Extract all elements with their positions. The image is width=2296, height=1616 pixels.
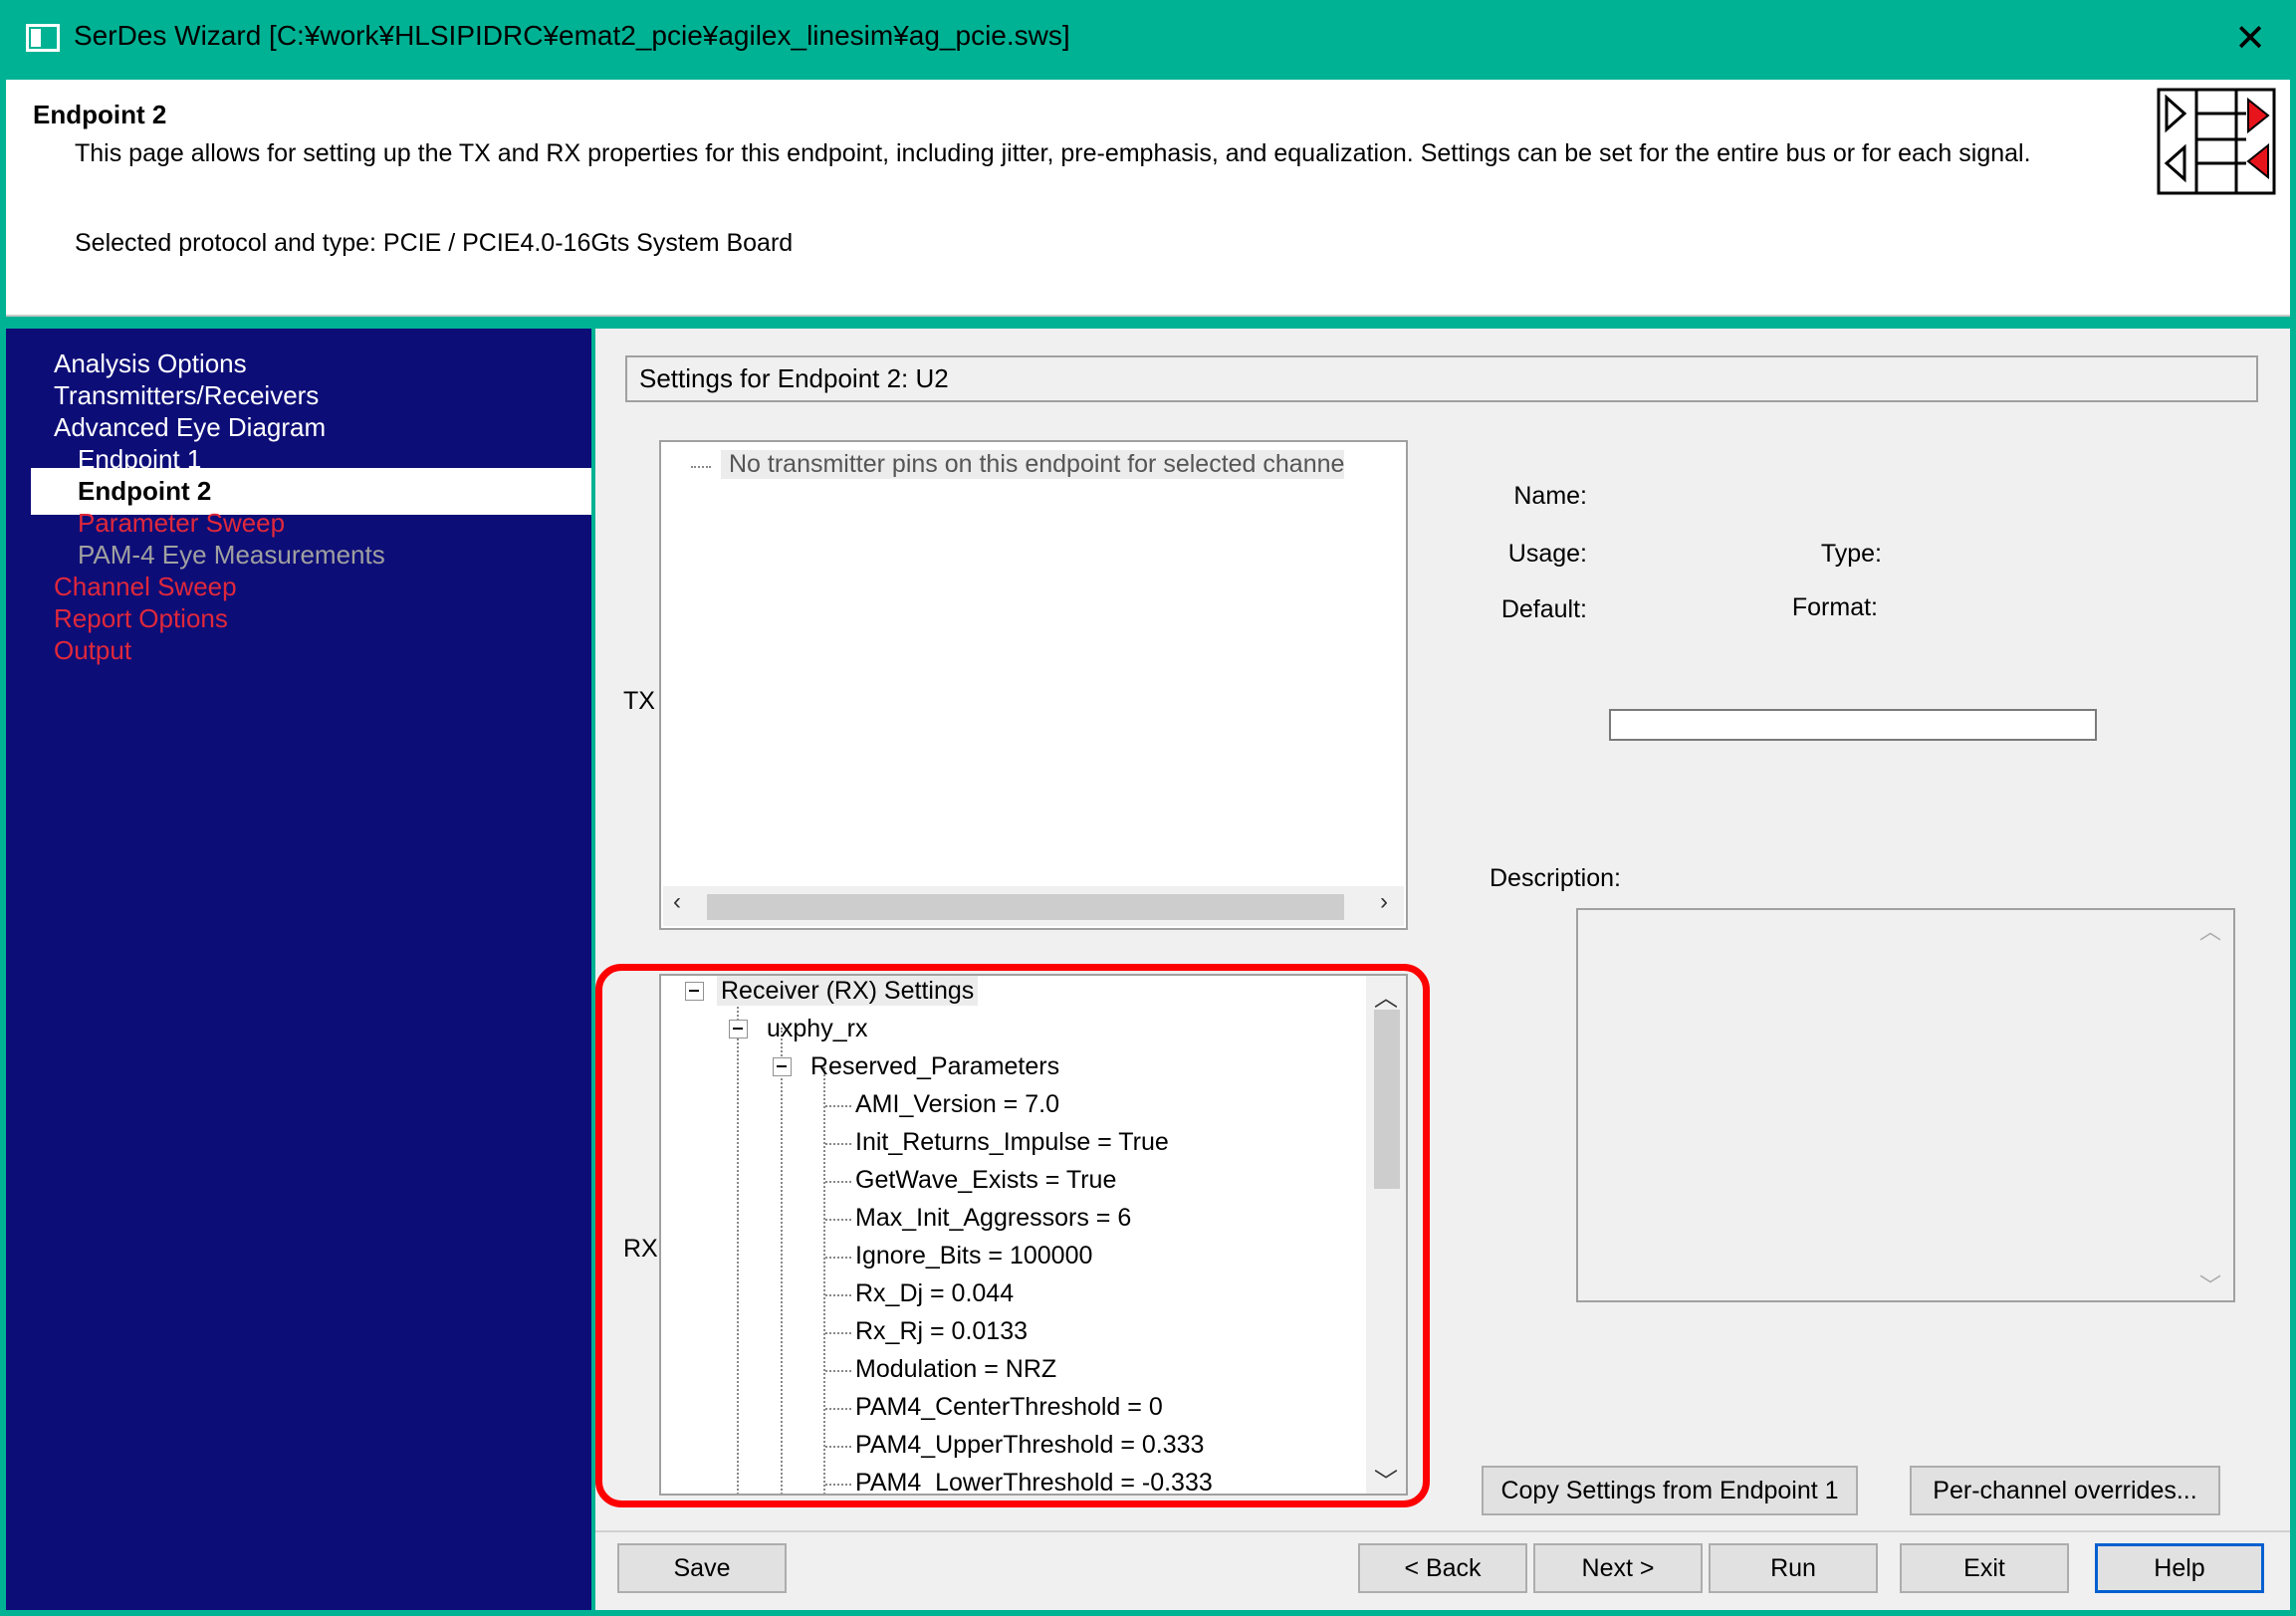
- tx-rx-endpoint-icon: [2157, 88, 2276, 195]
- per-channel-overrides-button[interactable]: Per-channel overrides...: [1910, 1466, 2220, 1515]
- scroll-left-icon[interactable]: ‹: [673, 888, 681, 916]
- run-button[interactable]: Run: [1709, 1543, 1878, 1593]
- property-value-input[interactable]: [1609, 709, 2097, 741]
- tx-scroll-thumb[interactable]: [707, 894, 1344, 920]
- close-icon[interactable]: ✕: [2220, 10, 2280, 68]
- selected-protocol: Selected protocol and type: PCIE / PCIE4…: [75, 229, 794, 257]
- scroll-right-icon[interactable]: ›: [1380, 888, 1388, 916]
- description-label: Description:: [1490, 864, 1621, 892]
- window-title: SerDes Wizard [C:¥work¥HLSIPIDRC¥emat2_p…: [74, 20, 1070, 51]
- save-button[interactable]: Save: [617, 1543, 787, 1593]
- tx-empty-message: No transmitter pins on this endpoint for…: [721, 450, 1345, 479]
- wizard-nav-panel: Analysis Options Transmitters/Receivers …: [6, 329, 591, 1610]
- nav-item-output[interactable]: Output: [6, 627, 591, 674]
- copy-settings-button[interactable]: Copy Settings from Endpoint 1: [1482, 1466, 1858, 1515]
- page-title: Endpoint 2: [33, 100, 167, 129]
- tree-connector: [691, 466, 711, 468]
- help-button[interactable]: Help: [2095, 1543, 2264, 1593]
- page-description: This page allows for setting up the TX a…: [75, 139, 2031, 167]
- settings-title: Settings for Endpoint 2: U2: [625, 355, 2258, 402]
- tx-horizontal-scrollbar[interactable]: ‹ ›: [663, 886, 1404, 926]
- scroll-down-icon: ﹀: [2199, 1273, 2222, 1298]
- type-label: Type:: [1820, 540, 1882, 568]
- app-window-icon[interactable]: [26, 24, 60, 52]
- back-button[interactable]: < Back: [1358, 1543, 1527, 1593]
- usage-label: Usage:: [1507, 540, 1587, 568]
- page-header: Endpoint 2 This page allows for setting …: [6, 80, 2290, 317]
- name-label: Name:: [1513, 482, 1587, 510]
- rx-annotation-highlight: [595, 964, 1430, 1507]
- next-button[interactable]: Next >: [1533, 1543, 1703, 1593]
- button-bar-divider: [595, 1530, 2290, 1532]
- exit-button[interactable]: Exit: [1900, 1543, 2069, 1593]
- format-label: Format:: [1791, 593, 1878, 621]
- tx-settings-tree[interactable]: No transmitter pins on this endpoint for…: [659, 440, 1408, 930]
- description-box: ︿ ﹀: [1576, 908, 2235, 1302]
- tx-label: TX: [623, 687, 655, 715]
- default-label: Default:: [1500, 595, 1587, 623]
- scroll-up-icon: ︿: [2199, 919, 2222, 944]
